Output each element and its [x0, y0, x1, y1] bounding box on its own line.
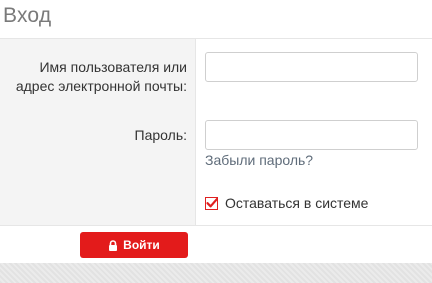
- footer-background: [0, 263, 432, 283]
- forgot-password-link[interactable]: Забыли пароль?: [205, 152, 313, 168]
- username-label: Имя пользователя или адрес электронной п…: [15, 59, 187, 94]
- remember-me-label: Оставаться в системе: [225, 195, 369, 211]
- checkmark-icon: [206, 197, 218, 207]
- label-column: Имя пользователя или адрес электронной п…: [0, 39, 196, 225]
- page-title: Вход: [3, 4, 52, 27]
- username-input[interactable]: [205, 52, 418, 82]
- login-page: Вход Имя пользователя или адрес электрон…: [0, 0, 432, 283]
- login-form: Имя пользователя или адрес электронной п…: [0, 38, 432, 226]
- lock-icon: [108, 239, 118, 251]
- password-input[interactable]: [205, 120, 418, 150]
- password-label: Пароль:: [134, 127, 187, 143]
- login-button-label: Войти: [123, 238, 160, 252]
- remember-me-checkbox[interactable]: Оставаться в системе: [205, 194, 368, 212]
- checkbox-box[interactable]: [205, 196, 218, 210]
- login-button[interactable]: Войти: [80, 232, 188, 258]
